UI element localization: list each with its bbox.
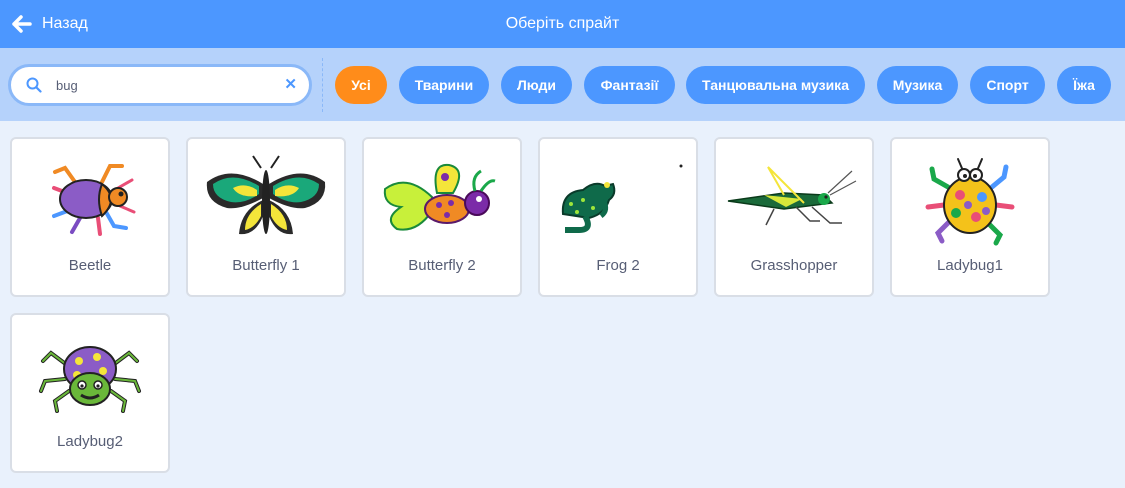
frog-icon [540, 149, 696, 249]
sprite-tile-butterfly-1[interactable]: Butterfly 1 [186, 137, 346, 297]
search-icon [26, 77, 42, 93]
tag-animals[interactable]: Тварини [399, 66, 489, 104]
grasshopper-icon [716, 149, 872, 249]
sprite-name: Beetle [68, 257, 112, 274]
sprite-name: Grasshopper [750, 257, 838, 274]
back-label: Назад [42, 15, 88, 32]
sprite-tile-grasshopper[interactable]: Grasshopper [714, 137, 874, 297]
search-box: ✕ [8, 64, 312, 106]
butterfly-2-icon [364, 149, 520, 249]
tag-food[interactable]: Їжа [1057, 66, 1111, 104]
page-title: Оберіть спрайт [505, 15, 620, 32]
back-button[interactable]: Назад [12, 0, 88, 48]
sprite-name: Ladybug2 [57, 433, 123, 450]
tag-sports[interactable]: Спорт [970, 66, 1045, 104]
sprite-name: Butterfly 1 [232, 257, 300, 274]
tag-people[interactable]: Люди [501, 66, 572, 104]
sprite-tile-frog-2[interactable]: Frog 2 [538, 137, 698, 297]
search-input[interactable] [56, 77, 261, 93]
arrow-left-icon [12, 15, 32, 33]
sprite-name: Frog 2 [596, 257, 640, 274]
sprite-tile-beetle[interactable]: Beetle [10, 137, 170, 297]
filter-bar: ✕ Усі Тварини Люди Фантазії Танцювальна … [0, 48, 1125, 121]
sprite-name: Ladybug1 [937, 257, 1003, 274]
ladybug-icon [892, 149, 1048, 249]
tag-fantasy[interactable]: Фантазії [584, 66, 675, 104]
clear-icon[interactable]: ✕ [284, 76, 297, 94]
sprite-tile-ladybug1[interactable]: Ladybug1 [890, 137, 1050, 297]
ladybug-2-icon [12, 325, 168, 425]
divider [322, 58, 323, 112]
sprite-tile-ladybug2[interactable]: Ladybug2 [10, 313, 170, 473]
beetle-icon [12, 149, 168, 249]
tag-all[interactable]: Усі [335, 66, 387, 104]
butterfly-icon [188, 149, 344, 249]
sprite-tile-butterfly-2[interactable]: Butterfly 2 [362, 137, 522, 297]
sprite-name: Butterfly 2 [408, 257, 476, 274]
tag-dance[interactable]: Танцювальна музика [686, 66, 865, 104]
tag-music[interactable]: Музика [877, 66, 958, 104]
header-bar: Назад Оберіть спрайт [0, 0, 1125, 48]
